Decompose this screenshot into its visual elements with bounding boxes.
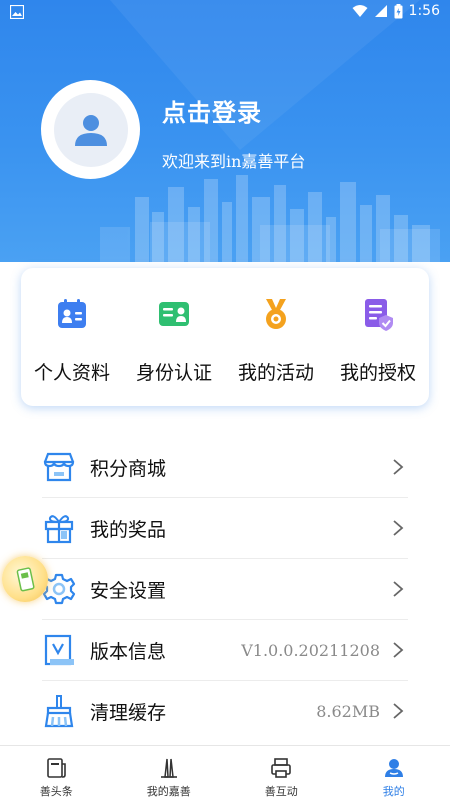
menu-item-security-settings[interactable]: 安全设置 (42, 559, 408, 620)
quick-actions-card: 个人资料 身份认证 我的活动 我的授权 (21, 268, 429, 406)
landmark-icon (157, 756, 181, 780)
tab-label: 我的嘉善 (147, 783, 191, 799)
medal-icon (258, 296, 294, 332)
user-silhouette-icon (71, 110, 111, 150)
version-value: V1.0.0.20211208 (241, 641, 380, 660)
quick-action-activities[interactable]: 我的活动 (225, 268, 327, 406)
menu-item-clear-cache[interactable]: 清理缓存 8.62MB (42, 681, 408, 741)
menu-item-my-prizes[interactable]: 我的奖品 (42, 498, 408, 559)
cache-size-value: 8.62MB (316, 702, 380, 721)
menu-item-label: 积分商城 (90, 454, 166, 481)
user-icon (382, 756, 406, 780)
avatar-placeholder (54, 93, 128, 167)
phone-icon (11, 565, 39, 593)
login-link[interactable]: 点击登录 (162, 93, 262, 128)
menu-item-label: 安全设置 (90, 576, 166, 603)
tab-mine[interactable]: 我的 (338, 746, 450, 801)
gallery-icon (10, 5, 24, 19)
bottom-tab-bar: 善头条 我的嘉善 善互动 我的 (0, 745, 450, 801)
gift-icon (42, 511, 76, 545)
quick-action-label: 个人资料 (34, 358, 110, 385)
avatar[interactable] (41, 80, 140, 179)
tab-headlines[interactable]: 善头条 (0, 746, 113, 801)
authorization-icon (360, 296, 396, 332)
quick-action-profile[interactable]: 个人资料 (21, 268, 123, 406)
profile-header: 1:56 点击登录 欢迎来到in嘉善平台 (0, 0, 450, 262)
quick-action-identity[interactable]: 身份认证 (123, 268, 225, 406)
quick-action-authorization[interactable]: 我的授权 (327, 268, 429, 406)
tab-label: 我的 (383, 783, 405, 799)
menu-item-label: 清理缓存 (90, 698, 166, 725)
broom-icon (42, 694, 76, 728)
city-skyline-illustration (0, 167, 450, 262)
header-decoration (90, 0, 450, 170)
quick-action-label: 我的活动 (238, 358, 314, 385)
chevron-right-icon (392, 580, 404, 598)
tab-label: 善互动 (265, 783, 298, 799)
version-icon (42, 633, 76, 667)
chevron-right-icon (392, 519, 404, 537)
store-icon (42, 450, 76, 484)
id-card-icon (156, 296, 192, 332)
menu-item-version-info[interactable]: 版本信息 V1.0.0.20211208 (42, 620, 408, 681)
quick-action-label: 身份认证 (136, 358, 212, 385)
menu-item-label: 版本信息 (90, 637, 166, 664)
menu-item-label: 我的奖品 (90, 515, 166, 542)
chevron-right-icon (392, 641, 404, 659)
floating-assistant-button[interactable] (2, 556, 48, 602)
tab-interaction[interactable]: 善互动 (225, 746, 338, 801)
chevron-right-icon (392, 702, 404, 720)
quick-action-label: 我的授权 (340, 358, 416, 385)
menu-item-points-mall[interactable]: 积分商城 (42, 437, 408, 498)
news-icon (44, 756, 68, 780)
chevron-right-icon (392, 458, 404, 476)
profile-card-icon (54, 296, 90, 332)
printer-icon (269, 756, 293, 780)
settings-menu: 积分商城 我的奖品 安全设置 (42, 437, 408, 741)
tab-label: 善头条 (40, 783, 73, 799)
tab-my-jiashan[interactable]: 我的嘉善 (113, 746, 226, 801)
